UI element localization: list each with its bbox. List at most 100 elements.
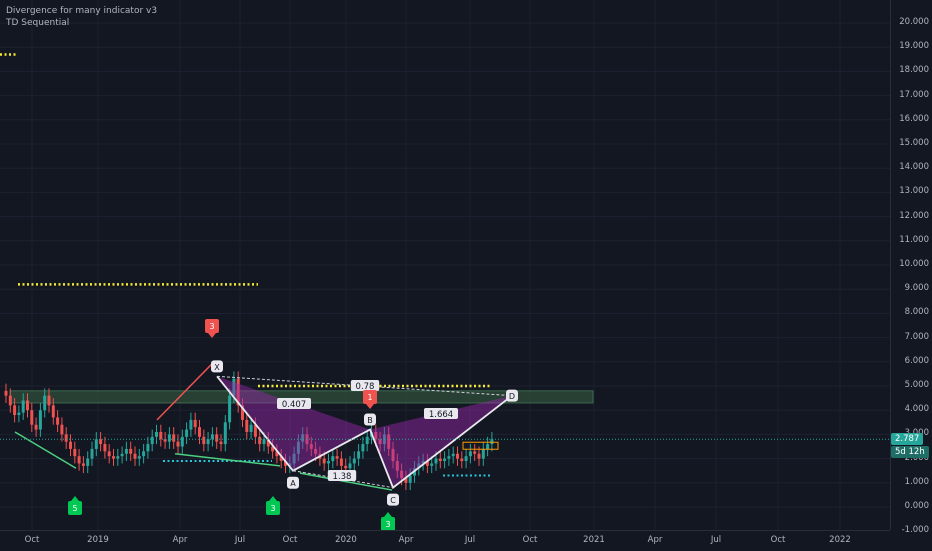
candle-body (408, 475, 412, 483)
price-tick-label: 7.000 (904, 331, 929, 342)
candle-body (468, 451, 472, 457)
td-marker-label: 3 (270, 504, 275, 513)
candle-body (331, 456, 335, 462)
candle-body (77, 456, 81, 464)
candle-body (438, 458, 442, 462)
price-tick-label: 5.000 (904, 380, 929, 390)
candle-body (21, 400, 25, 413)
candle-body (112, 456, 115, 459)
candle-body (86, 458, 90, 466)
candle-body (51, 405, 55, 418)
candle-body (26, 400, 29, 411)
price-tick-label: -1.000 (901, 525, 929, 536)
price-tick-label: 13.000 (899, 186, 929, 197)
time-tick-label: Jul (234, 535, 246, 545)
price-tick-label: 14.000 (899, 162, 929, 173)
candle-body (245, 419, 249, 432)
candle-body (38, 410, 42, 430)
bullish-divergence-line-2 (174, 453, 281, 467)
candle-body (365, 436, 369, 445)
pattern-point-label: A (290, 479, 296, 488)
candle-body (99, 439, 103, 445)
candle-body (228, 395, 232, 423)
candle-body (4, 390, 8, 396)
pattern-point-label: X (214, 363, 220, 372)
chart-area[interactable]: X A B C D 0.407 1.38 1.664 0.78 3 5 3 1 3 Divergence … (0, 0, 890, 532)
pattern-point-label: C (390, 496, 396, 505)
candle-body (47, 395, 51, 406)
td-marker-pointer (269, 496, 277, 501)
time-tick-label: Apr (172, 535, 188, 545)
candle-body (124, 448, 128, 454)
candle-body (473, 451, 477, 454)
candle-body (64, 434, 68, 442)
candle-body (150, 436, 154, 445)
time-tick-label: 2021 (583, 535, 605, 545)
time-tick-label: Jul (710, 535, 722, 545)
candle-body (206, 439, 210, 445)
td-marker-label: 1 (367, 393, 372, 402)
candle-body (189, 419, 193, 430)
price-tick-label: 20.000 (899, 17, 929, 27)
candle-body (56, 417, 60, 425)
candle-body (146, 444, 150, 452)
candle-body (460, 458, 464, 462)
candle-body (69, 441, 72, 449)
price-tick-label: 1.000 (904, 476, 929, 487)
time-tick-label: Oct (522, 535, 538, 545)
candle-body (129, 448, 133, 454)
candle-body (223, 422, 227, 445)
candle-body (193, 419, 197, 428)
candle-body (137, 456, 141, 459)
time-tick-label: 2019 (87, 535, 109, 545)
price-tick-label: 12.000 (899, 210, 929, 221)
candle-body (176, 441, 180, 447)
price-tick-label: 6.000 (904, 355, 929, 366)
last-price-badge: 2.787 (891, 433, 924, 445)
candle-body (335, 456, 339, 459)
candle-body (107, 451, 111, 457)
candle-body (486, 444, 490, 449)
candle-body (198, 427, 201, 437)
pattern-point-label: B (367, 416, 373, 425)
pattern-ratio-label: 1.664 (429, 410, 453, 420)
candle-body (167, 434, 171, 442)
candle-body (81, 463, 85, 466)
price-tick-label: 0.000 (904, 501, 929, 511)
candle-body (456, 453, 459, 459)
candle-body (159, 431, 163, 440)
td-marker-label: 5 (72, 504, 77, 513)
candle-body (73, 448, 77, 457)
time-tick-label: Apr (647, 535, 663, 545)
candle-body (172, 434, 176, 442)
candle-body (202, 436, 206, 445)
price-tick-label: 11.000 (899, 234, 929, 245)
candle-body (262, 439, 266, 445)
candle-body (434, 458, 438, 464)
price-tick-label: 16.000 (899, 113, 929, 124)
price-tick-label: 10.000 (899, 259, 929, 269)
candle-body (327, 461, 330, 464)
pattern-ratio-label: 0.407 (282, 400, 306, 410)
candle-body (13, 405, 17, 416)
candle-body (17, 412, 21, 416)
candle-body (120, 453, 124, 457)
candle-body (344, 465, 348, 469)
td-marker-label: 3 (209, 322, 214, 331)
time-tick-label: 2022 (829, 535, 851, 545)
time-axis[interactable]: Oct 2019 Apr Jul Oct 2020 Apr Jul Oct 2021 Apr Jul O… (0, 530, 890, 551)
price-tick-label: 15.000 (899, 138, 929, 148)
price-tick-label: 9.000 (904, 283, 929, 294)
indicator-td-sequential-label[interactable]: TD Sequential (6, 18, 69, 28)
td-marker-pointer (366, 404, 374, 409)
candle-body (210, 434, 214, 440)
pattern-ratio-label: 1.38 (333, 472, 352, 482)
td-marker-pointer (384, 512, 392, 517)
chart-canvas[interactable]: XABCD0.4071.381.6640.7835 313 (0, 0, 890, 532)
candle-body (103, 444, 107, 452)
candle-body (357, 451, 361, 459)
candle-body (133, 453, 137, 459)
indicator-divergence-label[interactable]: Divergence for many indicator v3 (6, 6, 157, 16)
candle-body (94, 439, 98, 449)
candle-body (361, 444, 365, 452)
